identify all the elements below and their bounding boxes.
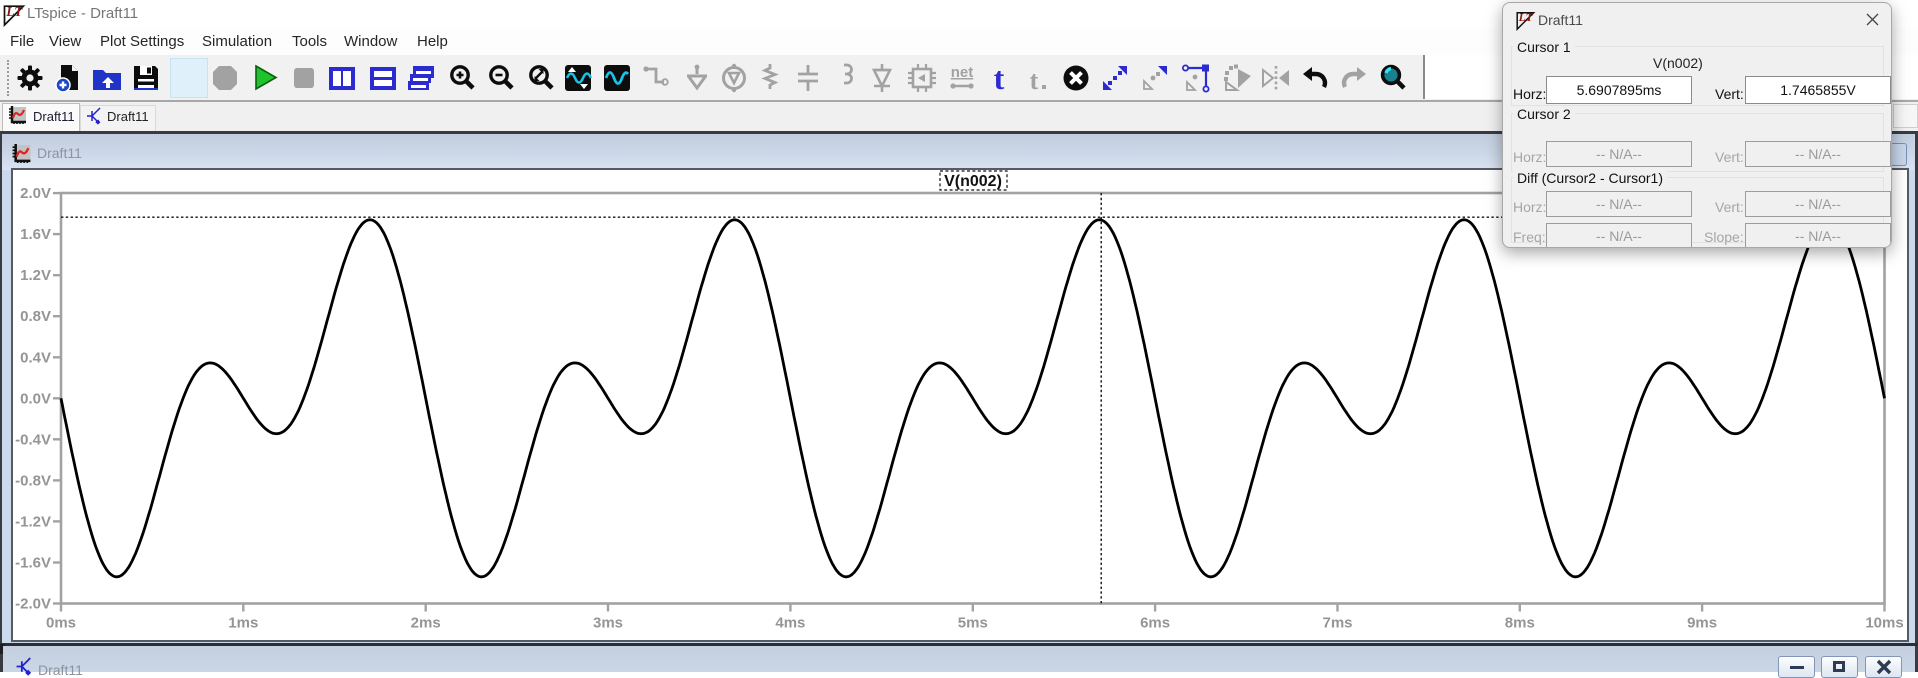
svg-text:V(n002): V(n002)	[944, 173, 1002, 190]
svg-text:net: net	[951, 64, 974, 81]
svg-text:-1.6V: -1.6V	[15, 555, 51, 572]
svg-text:5ms: 5ms	[958, 615, 988, 632]
svg-text:1.2V: 1.2V	[20, 267, 51, 284]
svg-text:9ms: 9ms	[1687, 615, 1717, 632]
svg-text:7ms: 7ms	[1322, 615, 1352, 632]
svg-text:0ms: 0ms	[46, 615, 76, 632]
svg-text:-0.4V: -0.4V	[15, 431, 51, 448]
svg-text:t: t	[994, 62, 1005, 94]
svg-text:1.6V: 1.6V	[20, 226, 51, 243]
svg-text:2.0V: 2.0V	[20, 185, 51, 202]
svg-text:10ms: 10ms	[1865, 615, 1903, 632]
svg-text:-1.2V: -1.2V	[15, 513, 51, 530]
svg-text:6ms: 6ms	[1140, 615, 1170, 632]
svg-text:-2.0V: -2.0V	[15, 596, 51, 613]
svg-text:3ms: 3ms	[593, 615, 623, 632]
svg-text:4ms: 4ms	[775, 615, 805, 632]
svg-text:0.8V: 0.8V	[20, 308, 51, 325]
svg-text:0.4V: 0.4V	[20, 349, 51, 366]
svg-text:1ms: 1ms	[228, 615, 258, 632]
svg-text:LT: LT	[5, 4, 23, 19]
svg-text:LT: LT	[1518, 10, 1534, 24]
svg-text:2ms: 2ms	[411, 615, 441, 632]
svg-text:-0.8V: -0.8V	[15, 472, 51, 489]
svg-text:t: t	[1030, 66, 1039, 94]
svg-text:0.0V: 0.0V	[20, 390, 51, 407]
svg-text:8ms: 8ms	[1505, 615, 1535, 632]
